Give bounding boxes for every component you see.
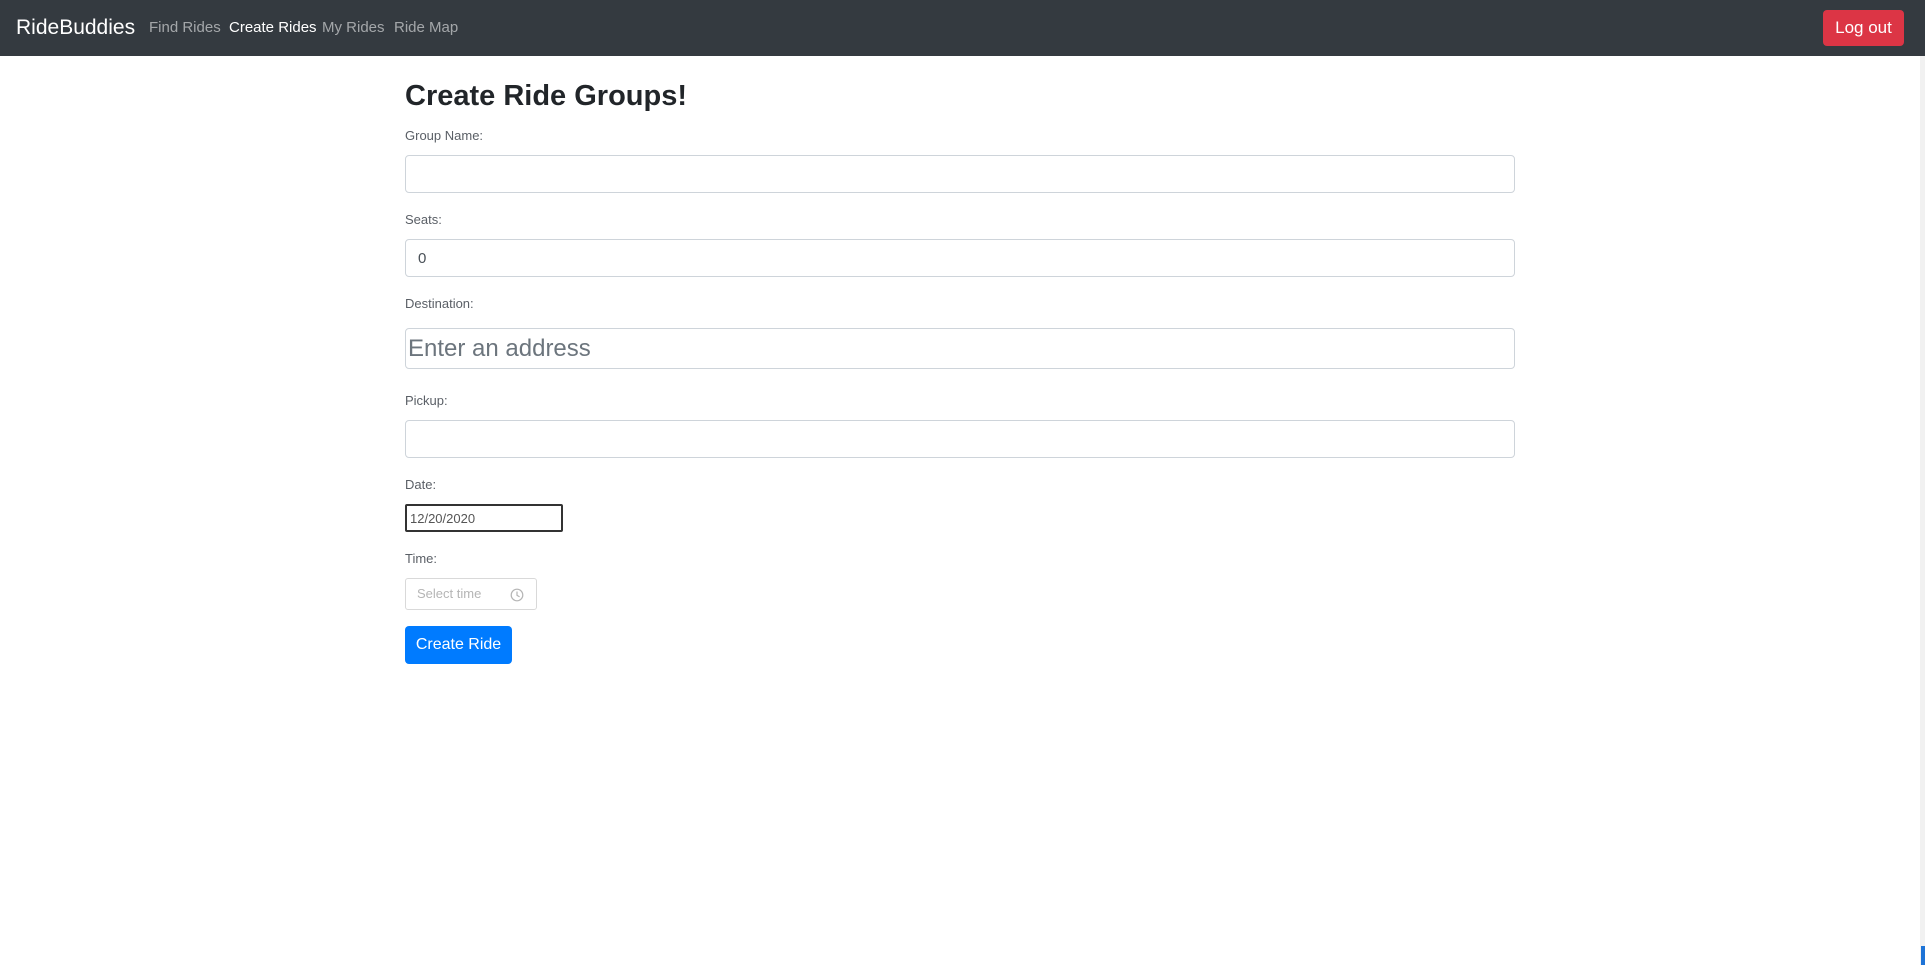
nav-ride-map[interactable]: Ride Map [394, 18, 458, 38]
pickup-label: Pickup: [405, 393, 448, 408]
date-label: Date: [405, 477, 437, 492]
time-picker[interactable]: Select time [405, 578, 537, 610]
create-ride-button[interactable]: Create Ride [405, 626, 512, 664]
scrollbar-track[interactable] [1920, 56, 1925, 965]
nav-find-rides[interactable]: Find Rides [149, 18, 221, 38]
destination-input[interactable] [405, 328, 1515, 369]
page-title: Create Ride Groups! [405, 80, 687, 112]
time-placeholder: Select time [417, 586, 482, 601]
brand-logo[interactable]: RideBuddies [16, 14, 135, 42]
nav-create-rides[interactable]: Create Rides [229, 18, 317, 38]
seats-label: Seats: [405, 212, 442, 227]
date-input[interactable] [405, 504, 563, 532]
nav-my-rides[interactable]: My Rides [322, 18, 385, 38]
group-name-input[interactable] [405, 155, 1515, 193]
group-name-label: Group Name: [405, 128, 484, 143]
pickup-input[interactable] [405, 420, 1515, 458]
seats-input[interactable] [405, 239, 1515, 277]
clock-icon [510, 588, 524, 602]
destination-label: Destination: [405, 296, 474, 311]
top-navbar: RideBuddies Find Rides Create Rides My R… [0, 0, 1925, 56]
scrollbar-thumb[interactable] [1921, 946, 1925, 965]
logout-button[interactable]: Log out [1823, 10, 1904, 46]
time-label: Time: [405, 551, 438, 566]
